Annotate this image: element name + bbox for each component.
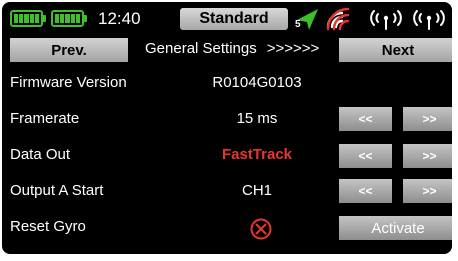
activate-button[interactable]: Activate (339, 216, 452, 240)
page-title: General Settings >>>>>> (145, 40, 319, 57)
battery-full-icon (51, 10, 87, 27)
output-a-start-label: Output A Start (10, 182, 104, 199)
wifi-signal-icon (326, 7, 350, 31)
page-title-text: General Settings (145, 40, 257, 57)
antenna-icon (413, 10, 445, 30)
data-out-decrease-button[interactable]: << (339, 144, 392, 168)
framerate-increase-button[interactable]: >> (403, 107, 452, 131)
data-out-increase-button[interactable]: >> (403, 144, 452, 168)
framerate-label: Framerate (10, 110, 80, 127)
gps-satellite-count: 5 (295, 19, 301, 30)
next-button[interactable]: Next (339, 38, 452, 62)
output-a-start-decrease-button[interactable]: << (339, 179, 392, 203)
red-x-circle-icon (250, 218, 272, 240)
framerate-value: 15 ms (236, 110, 278, 127)
transmitter-screen: 12:40 Standard 5 Prev. General Settings … (2, 2, 452, 254)
output-a-start-value: CH1 (241, 182, 272, 199)
model-name-button[interactable]: Standard (180, 8, 288, 30)
framerate-decrease-button[interactable]: << (339, 107, 392, 131)
antenna-icon (370, 10, 402, 30)
data-out-value: FastTrack (221, 146, 293, 163)
page-arrows: >>>>>> (266, 40, 320, 57)
output-a-start-increase-button[interactable]: >> (403, 179, 452, 203)
prev-button[interactable]: Prev. (10, 38, 128, 62)
firmware-version-value: R0104G0103 (212, 74, 302, 91)
reset-gyro-label: Reset Gyro (10, 218, 86, 235)
firmware-version-label: Firmware Version (10, 74, 127, 91)
clock: 12:40 (98, 9, 141, 28)
data-out-label: Data Out (10, 146, 71, 163)
battery-full-icon (10, 10, 46, 27)
